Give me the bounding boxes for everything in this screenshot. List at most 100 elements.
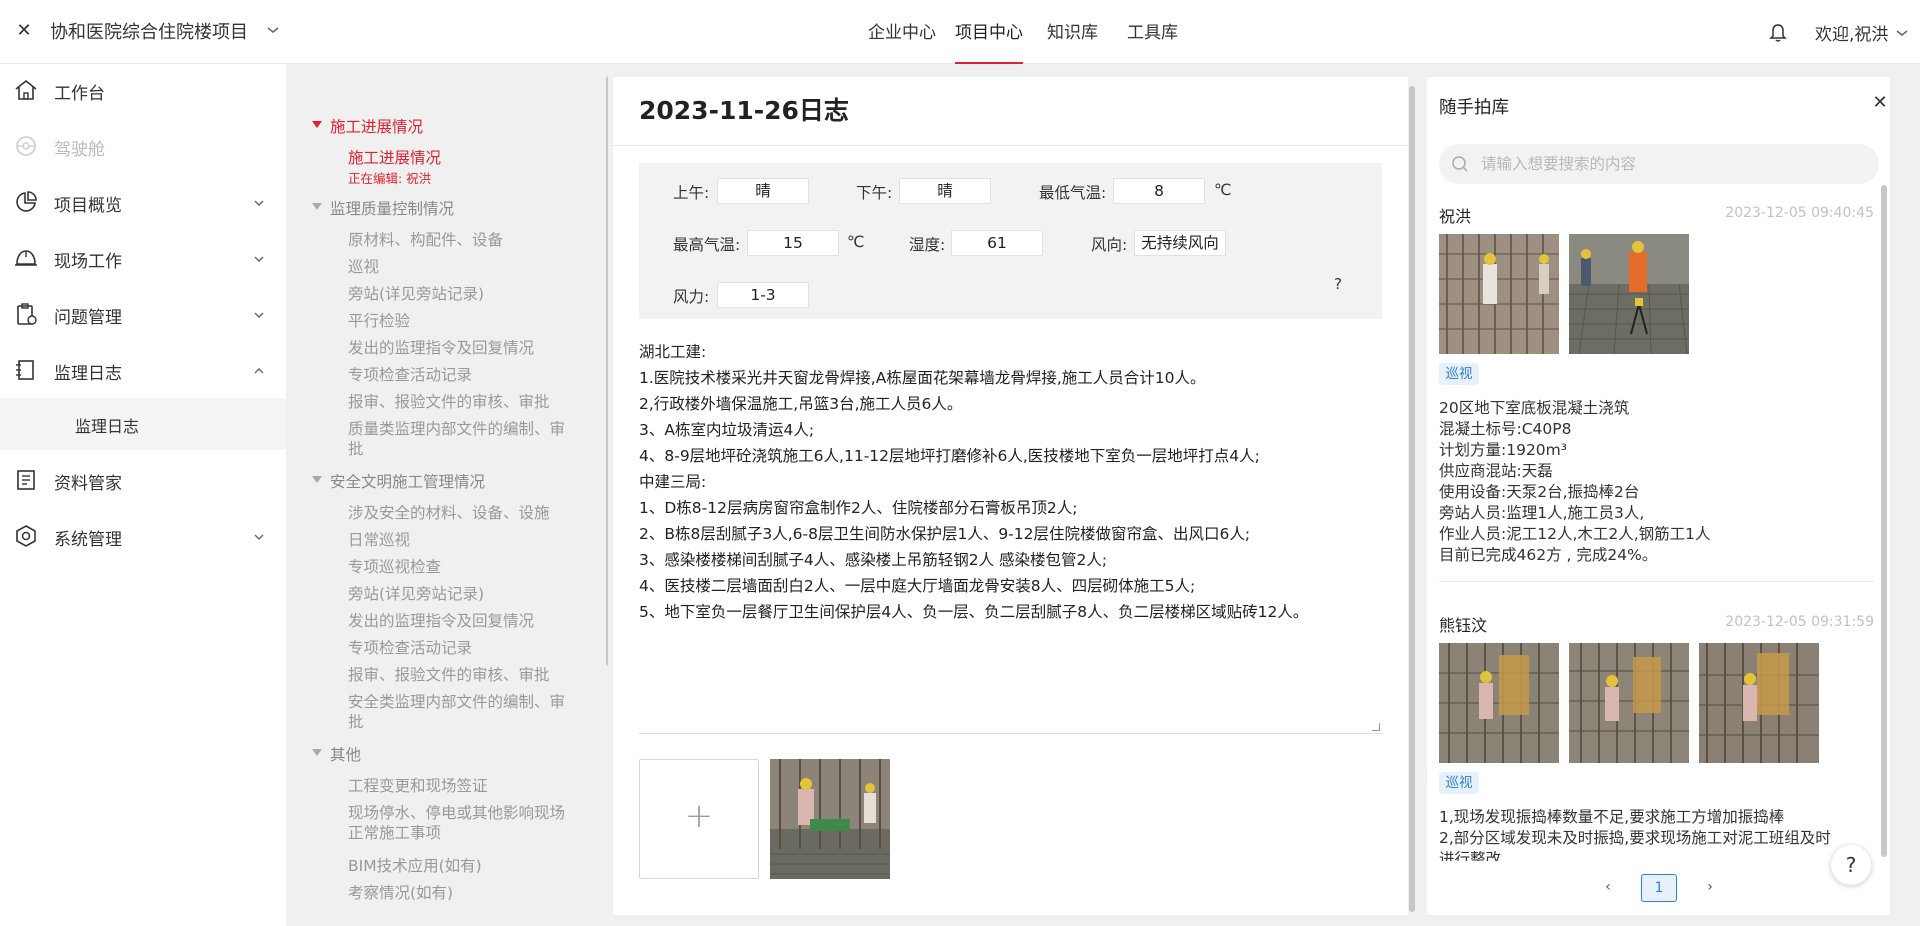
tree-item[interactable]: 安全类监理内部文件的编制、审批 [348,692,578,732]
sidebar-item-project-overview[interactable]: 项目概览 [0,177,286,229]
photo-thumbnail[interactable] [1569,234,1689,354]
construction-photo [1699,643,1819,763]
max-temp-field[interactable]: 15 [747,230,839,256]
tree-item[interactable]: 报审、报验文件的审核、审批 [348,665,578,685]
min-temp-label: 最低气温: [1039,184,1107,202]
tree-item[interactable]: 旁站(详见旁站记录) [348,284,578,304]
nav-tool-library[interactable]: 工具库 [1127,0,1178,64]
wind-force-field[interactable]: 1-3 [717,282,809,308]
tree-item[interactable]: 工程变更和现场签证 [348,776,578,796]
text-line: 1,现场发现振捣棒数量不足,要求施工方增加振捣棒 [1439,808,1785,826]
tree-section-other[interactable]: 其他 [312,743,361,765]
sidebar-item-label: 工作台 [54,84,105,104]
dashboard-icon [16,136,36,156]
search-input[interactable] [1481,150,1861,178]
current-page[interactable]: 1 [1641,874,1677,902]
prev-page-icon[interactable]: ‹ [1597,874,1619,900]
sidebar-item-system-management[interactable]: 系统管理 [0,511,286,563]
photo-thumbnail[interactable] [1699,643,1819,763]
tree-item[interactable]: 日常巡视 [348,530,578,550]
tree-item[interactable]: 质量类监理内部文件的编制、审批 [348,419,578,459]
nav-enterprise-center[interactable]: 企业中心 [868,0,936,64]
sidebar-item-cockpit[interactable]: 驾驶舱 [0,121,286,173]
tree-item[interactable]: 专项检查活动记录 [348,638,578,658]
log-content-editor[interactable]: 湖北工建: 1.医院技术楼采光井天窗龙骨焊接,A栋屋面花架幕墙龙骨焊接,施工人员… [639,339,1389,625]
sidebar-item-workbench[interactable]: 工作台 [0,65,286,117]
text-line: 旁站人员:监理1人,施工员3人, [1439,504,1645,522]
chevron-down-icon [254,200,264,206]
tree-item[interactable]: 巡视 [348,257,578,277]
top-bar: ✕ 协和医院综合住院楼项目 企业中心 项目中心 知识库 工具库 欢迎,祝洪 [0,0,1920,64]
temp-unit: ℃ [847,233,865,251]
text-line: 计划方量:1920m³ [1439,441,1567,459]
construction-photo [1439,643,1559,763]
sidebar-item-issue-management[interactable]: 问题管理 [0,289,286,341]
divider [639,733,1382,734]
photo-library-panel: 随手拍库 ✕ 祝洪 2023-12-05 09:40:45 [1427,77,1890,915]
sidebar-item-site-work[interactable]: 现场工作 [0,233,286,285]
tree-section-quality-control[interactable]: 监理质量控制情况 [312,197,454,219]
user-menu[interactable]: 欢迎,祝洪 [1815,20,1888,45]
tree-item[interactable]: 考察情况(如有) [348,883,578,903]
tree-section-construction-progress[interactable]: 施工进展情况 [312,115,423,137]
text-line: 使用设备:天泵2台,振捣棒2台 [1439,483,1640,501]
tree-item[interactable]: 旁站(详见旁站记录) [348,584,578,604]
help-icon[interactable]: ? [1334,275,1342,293]
wind-direction-field[interactable]: 无持续风向 [1134,230,1226,256]
tree-item[interactable]: 发出的监理指令及回复情况 [348,338,578,358]
search-bar [1439,144,1879,184]
content-line: 2、B栋8层刮腻子3人,6-8层卫生间防水保护层1人、9-12层住院楼做窗帘盒、… [639,525,1251,543]
pm-weather-field[interactable]: 晴 [899,178,991,204]
resize-handle-icon[interactable] [1372,723,1380,731]
sidebar-item-label: 系统管理 [54,530,122,550]
tree-item[interactable]: 发出的监理指令及回复情况 [348,611,578,631]
tree-item[interactable]: 施工进展情况 [348,148,578,168]
chevron-down-icon[interactable] [1894,22,1910,44]
attached-photo[interactable] [770,759,890,879]
max-temp-label: 最高气温: [673,236,741,254]
next-page-icon[interactable]: › [1699,874,1721,900]
humidity-field[interactable]: 61 [951,230,1043,256]
tree-item[interactable]: 原材料、构配件、设备 [348,230,578,250]
log-document: 2023-11-26日志 上午: 晴 下午: 晴 最低气温: 8 ℃ 最高气温:… [613,77,1408,915]
upload-photo-button[interactable]: + [639,759,759,879]
project-selector[interactable]: 协和医院综合住院楼项目 [50,18,248,44]
tree-item[interactable]: 平行检验 [348,311,578,331]
photo-thumbnail[interactable] [1439,234,1559,354]
sidebar-subitem-supervision-log[interactable]: 监理日志 [0,398,286,450]
tree-item[interactable]: 涉及安全的材料、设备、设施 [348,503,578,523]
bell-icon[interactable] [1768,22,1788,44]
tree-scrollbar[interactable] [606,76,608,666]
tree-item[interactable]: BIM技术应用(如有) [348,856,578,876]
divider [613,145,1408,146]
photo-list-scrollbar[interactable] [1881,185,1887,857]
temp-unit: ℃ [1214,181,1232,199]
close-icon[interactable]: ✕ [1872,93,1888,113]
content-line: 1.医院技术楼采光井天窗龙骨焊接,A栋屋面花架幕墙龙骨焊接,施工人员合计10人。 [639,369,1206,387]
chevron-down-icon[interactable] [265,18,281,42]
content-line: 5、地下室负一层餐厅卫生间保护层4人、负一层、负二层刮腻子8人、负二层楼梯区域贴… [639,603,1309,621]
sidebar: 工作台 驾驶舱 项目概览 现场工作 问题管理 监理日志 监理日志 资料管家 系统… [0,64,286,926]
wind-direction-label: 风向: [1091,236,1128,254]
construction-photo [1569,643,1689,763]
sidebar-item-label: 资料管家 [54,474,122,494]
sidebar-item-document-manager[interactable]: 资料管家 [0,455,286,507]
content-line: 4、医技楼二层墙面刮白2人、一层中庭大厅墙面龙骨安装8人、四层砌体施工5人; [639,577,1196,595]
min-temp-field[interactable]: 8 [1113,178,1205,204]
sidebar-item-supervision-log[interactable]: 监理日志 [0,345,286,397]
document-scrollbar[interactable] [1409,86,1415,912]
am-weather-field[interactable]: 晴 [717,178,809,204]
tree-item[interactable]: 专项检查活动记录 [348,365,578,385]
tree-section-safety-management[interactable]: 安全文明施工管理情况 [312,470,485,492]
close-icon[interactable]: ✕ [14,19,34,43]
tree-item[interactable]: 现场停水、停电或其他影响现场正常施工事项 [348,803,578,843]
tree-item[interactable]: 专项巡视检查 [348,557,578,577]
content-line: 2,行政楼外墙保温施工,吊篮3台,施工人员6人。 [639,395,963,413]
tree-item[interactable]: 报审、报验文件的审核、审批 [348,392,578,412]
nav-knowledge-base[interactable]: 知识库 [1047,0,1098,64]
photo-thumbnail[interactable] [1439,643,1559,763]
help-button[interactable]: ? [1831,845,1871,885]
text-line: 20区地下室底板混凝土浇筑 [1439,399,1630,417]
nav-project-center[interactable]: 项目中心 [955,0,1023,64]
photo-thumbnail[interactable] [1569,643,1689,763]
